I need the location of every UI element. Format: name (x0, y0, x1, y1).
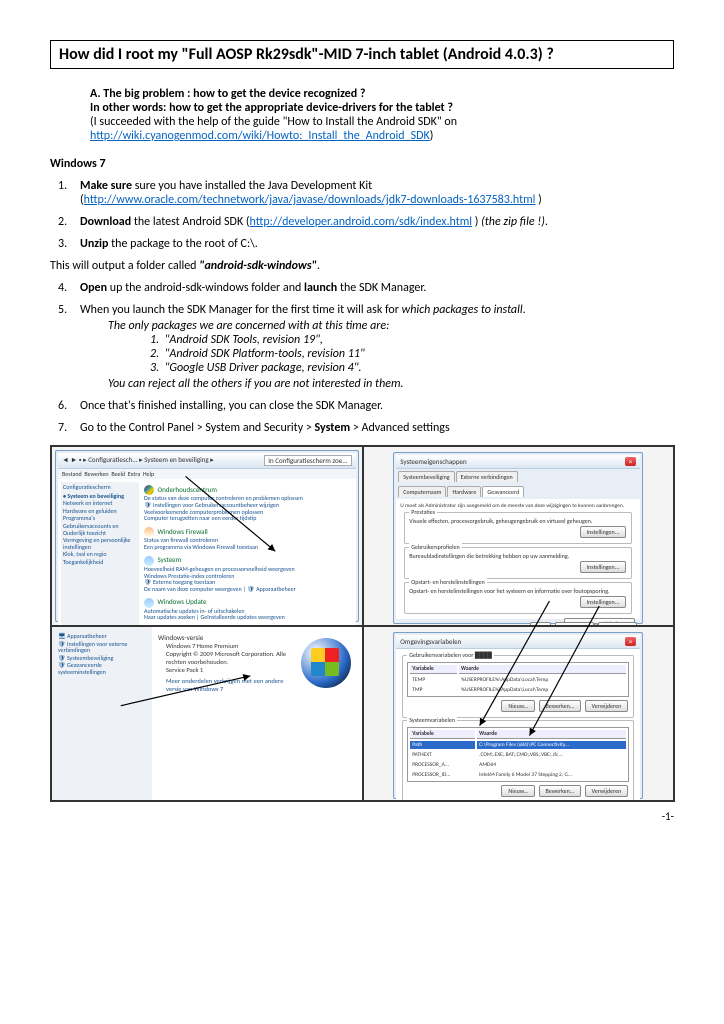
delete-button[interactable]: Verwijderen (585, 700, 629, 712)
cyanogenmod-link[interactable]: http://wiki.cyanogenmod.com/wiki/Howto:_… (90, 129, 430, 143)
section-a-paren-pre: (I succeeded with the help of the guide … (90, 115, 457, 129)
window-titlebar: ◄ ► ▪ ▸ Configuratiesch... ▸ Systeem en … (58, 453, 356, 469)
step-1: 1. Make sure sure you have installed the… (50, 179, 674, 207)
settings-button-2[interactable]: Instellingen... (580, 561, 627, 573)
new-button[interactable]: Nieuw... (501, 700, 535, 712)
system-vars-table: VariabeleWaarde PathC:\Program Files (x8… (407, 727, 629, 782)
windows-logo-icon (301, 638, 351, 688)
sdk-link[interactable]: http://developer.android.com/sdk/index.h… (250, 215, 473, 229)
search-box[interactable]: In Configuratiescherm zoe... (264, 455, 351, 466)
settings-button-3[interactable]: Instellingen... (580, 596, 627, 608)
step-3: 3. Unzip the package to the root of C:\. (50, 237, 674, 251)
cp-sidebar: Configuratiescherm • Systeem en beveilig… (61, 482, 139, 626)
close-icon[interactable]: × (625, 637, 637, 646)
close-icon[interactable]: × (625, 457, 637, 466)
screenshot-env-variables: Omgevingsvariabelen × Gebruikersvariabel… (363, 626, 675, 801)
step-6: 6. Once that's finished installing, you … (50, 399, 674, 413)
cp-firewall[interactable]: Windows Firewall (157, 527, 207, 536)
step-5-sub-intro: The only packages we are concerned with … (80, 319, 674, 333)
jdk-link[interactable]: http://www.oracle.com/technetwork/java/j… (84, 193, 536, 207)
page-number: -1- (50, 810, 674, 823)
os-heading: Windows 7 (50, 157, 674, 171)
step-4: 4. Open up the android-sdk-windows folde… (50, 281, 674, 295)
section-a: A. The big problem : how to get the devi… (50, 87, 674, 143)
cp-onderhoudscentrum[interactable]: Onderhoudscentrum (157, 485, 217, 494)
settings-button-1[interactable]: Instellingen... (580, 526, 627, 538)
section-a-q1: The big problem : how to get the device … (103, 87, 365, 101)
edit-button[interactable]: Bewerken... (539, 700, 582, 712)
main-steps-cont: 4. Open up the android-sdk-windows folde… (50, 281, 674, 435)
main-steps: 1. Make sure sure you have installed the… (50, 179, 674, 251)
screenshot-control-panel: ◄ ► ▪ ▸ Configuratiesch... ▸ Systeem en … (51, 446, 363, 626)
step-2: 2. Download the latest Android SDK (http… (50, 215, 674, 229)
step-5: 5. When you launch the SDK Manager for t… (50, 303, 674, 391)
props-tabs: Systeembeveiliging Externe verbindingen (396, 469, 640, 484)
screenshot-system-properties: Systeemeigenschappen × Systeembeveiligin… (363, 446, 675, 626)
step-3-output: This will output a folder called "androi… (50, 259, 674, 273)
section-a-q2: In other words: how to get the appropria… (90, 101, 453, 115)
user-vars-table: VariabeleWaarde TEMP%USERPROFILE%\AppDat… (407, 662, 629, 697)
delete-button-2[interactable]: Verwijderen (585, 785, 629, 797)
edit-button-2[interactable]: Bewerken... (539, 785, 582, 797)
screenshot-system-info: 🖥 Apparaatbeheer 🛡 Instellingen voor ext… (51, 626, 363, 801)
document-title: How did I root my "Full AOSP Rk29sdk"-MI… (59, 45, 665, 64)
screenshot-grid: ◄ ► ▪ ▸ Configuratiesch... ▸ Systeem en … (50, 445, 675, 802)
section-a-paren-post: ) (430, 129, 434, 143)
new-button-2[interactable]: Nieuw... (501, 785, 535, 797)
step-7: 7. Go to the Control Panel > System and … (50, 421, 674, 435)
step-5-reject: You can reject all the others if you are… (80, 377, 674, 391)
cp-systeem[interactable]: Systeem (157, 555, 181, 564)
step-5-packages: 1. "Android SDK Tools, revision 19", 2. … (80, 333, 674, 375)
props-titlebar: Systeemeigenschappen × (396, 455, 640, 469)
cp-windows-update[interactable]: Windows Update (157, 597, 206, 606)
section-a-letter: A. (90, 87, 101, 101)
windows-upgrade-link[interactable]: Meer onderdelen verkrijgen met een ander… (166, 677, 296, 693)
document-title-box: How did I root my "Full AOSP Rk29sdk"-MI… (50, 40, 674, 69)
menubar: Bestand Bewerken Beeld Extra Help (58, 469, 356, 479)
